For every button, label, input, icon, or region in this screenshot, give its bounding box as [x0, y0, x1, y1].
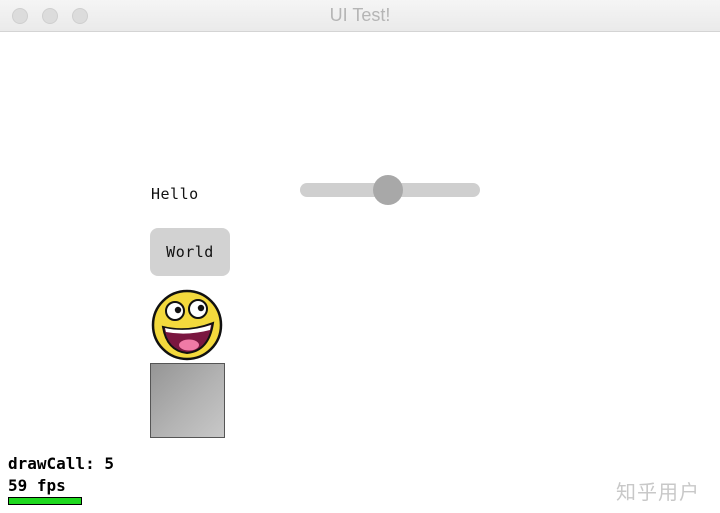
slider-thumb[interactable] — [373, 175, 404, 205]
watermark-text: 知乎用户 — [616, 480, 700, 504]
fps-bar — [8, 497, 82, 505]
hello-label: Hello — [151, 185, 199, 203]
fps-stat: 59 fps — [8, 476, 66, 495]
slider-track[interactable] — [300, 175, 480, 205]
world-button[interactable]: World — [150, 228, 230, 276]
draw-call-stat: drawCall: 5 — [8, 454, 114, 473]
awesome-face-icon — [151, 289, 223, 361]
fps-bar-fill — [9, 498, 81, 504]
title-bar: UI Test! — [0, 0, 720, 32]
app-window: UI Test! Hello World drawCall: 5 59 fps … — [0, 0, 720, 513]
window-title: UI Test! — [329, 5, 391, 25]
gray-image-box — [150, 363, 225, 438]
